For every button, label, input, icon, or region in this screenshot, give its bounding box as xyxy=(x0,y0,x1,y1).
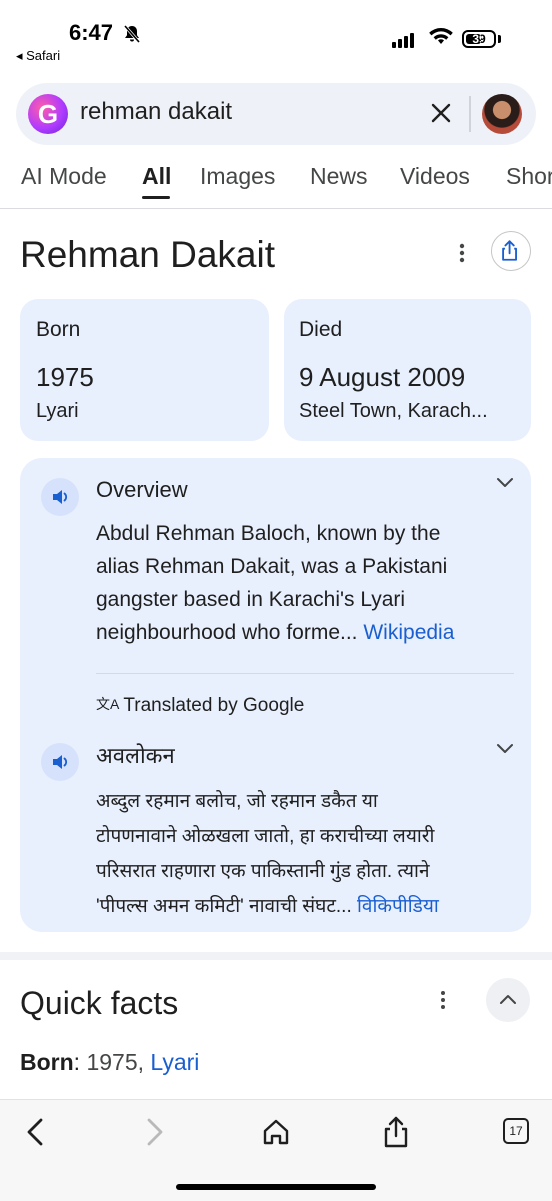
died-value: 9 August 2009 xyxy=(299,362,466,392)
translation-speaker-button[interactable] xyxy=(41,743,79,781)
battery-icon: 39 xyxy=(462,30,496,48)
overview-line-end: neighbourhood who forme... xyxy=(96,621,358,644)
tab-shorts[interactable]: Shor xyxy=(506,163,552,190)
tab-all[interactable]: All xyxy=(142,163,171,190)
overview-line: Abdul Rehman Baloch, known by the xyxy=(96,522,441,545)
tabs-button[interactable]: 17 xyxy=(503,1118,529,1144)
overview-line: neighbourhood who forme... Wikipedia xyxy=(96,616,526,649)
lyari-link[interactable]: Lyari xyxy=(150,1049,199,1075)
search-divider xyxy=(469,96,471,132)
died-label: Died xyxy=(299,318,343,341)
share-button[interactable] xyxy=(491,231,531,271)
overview-divider xyxy=(96,673,514,674)
translation-line-end: 'पीपल्स अमन कमिटी' नावाची संघट... xyxy=(96,896,352,917)
translation-line: टोपणनावाने ओळखला जातो, हा कराचीच्या लयार… xyxy=(96,826,435,847)
translation-line: 'पीपल्स अमन कमिटी' नावाची संघट... विकिपी… xyxy=(96,889,526,924)
translation-heading: अवलोकन xyxy=(96,743,175,768)
account-avatar[interactable] xyxy=(482,94,522,134)
quick-facts-born-row: Born: 1975, Lyari xyxy=(20,1049,199,1076)
tabs-count: 17 xyxy=(509,1124,523,1138)
status-time: 6:47 xyxy=(69,20,114,45)
tab-videos[interactable]: Videos xyxy=(400,163,470,190)
more-options-icon[interactable] xyxy=(452,240,472,266)
translation-line: अब्दुल रहमान बलोच, जो रहमान डकैत या xyxy=(96,791,378,812)
wifi-icon xyxy=(429,28,453,44)
quick-facts-more-icon[interactable] xyxy=(436,989,450,1011)
clear-search-icon[interactable] xyxy=(426,98,456,128)
born-value: 1975 xyxy=(36,362,94,392)
google-g-letter: G xyxy=(37,99,59,129)
overview-line: alias Rehman Dakait, was a Pakistani xyxy=(96,555,448,578)
back-to-safari-link[interactable]: ◂ Safari xyxy=(16,48,60,64)
section-separator xyxy=(0,952,552,960)
silent-bell-icon xyxy=(123,25,141,43)
qf-colon: : xyxy=(73,1049,87,1075)
tab-images[interactable]: Images xyxy=(200,163,275,190)
cellular-signal-icon xyxy=(392,30,416,48)
born-label: Born xyxy=(36,318,81,341)
translation-line: परिसरात राहणारा एक पाकिस्तानी गुंड होता.… xyxy=(96,861,430,882)
entity-title: Rehman Dakait xyxy=(20,234,276,275)
battery-nub xyxy=(498,35,501,43)
translated-note: 文A Translated by Google xyxy=(96,694,304,717)
battery-level: 39 xyxy=(472,32,486,46)
translate-icon: 文A xyxy=(96,696,120,712)
speaker-icon xyxy=(53,490,68,504)
home-icon[interactable] xyxy=(256,1112,296,1152)
born-place: Lyari xyxy=(36,400,79,422)
quick-facts-title: Quick facts xyxy=(20,985,179,1021)
tabs-divider xyxy=(0,208,552,209)
tab-ai-mode[interactable]: AI Mode xyxy=(21,163,107,190)
tab-all-indicator xyxy=(142,196,170,199)
overview-speaker-button[interactable] xyxy=(41,478,79,516)
share-page-icon[interactable] xyxy=(376,1112,416,1152)
died-place: Steel Town, Karach... xyxy=(299,400,488,422)
qf-born-label: Born xyxy=(20,1049,74,1075)
back-icon[interactable] xyxy=(16,1112,56,1152)
translation-chevron-down-icon[interactable] xyxy=(495,741,515,755)
wikipedia-link[interactable]: Wikipedia xyxy=(363,621,454,644)
translated-by-label: Translated by Google xyxy=(123,695,305,716)
chevron-up-icon xyxy=(500,995,516,1004)
tab-news[interactable]: News xyxy=(310,163,368,190)
overview-chevron-down-icon[interactable] xyxy=(495,475,515,489)
share-icon xyxy=(502,240,517,261)
home-indicator[interactable] xyxy=(176,1184,376,1190)
overview-line: gangster based in Karachi's Lyari xyxy=(96,588,406,611)
overview-text: Abdul Rehman Baloch, known by the alias … xyxy=(96,517,526,649)
overview-heading: Overview xyxy=(96,477,188,502)
quick-facts-collapse-button[interactable] xyxy=(486,978,530,1022)
forward-icon[interactable] xyxy=(134,1112,174,1152)
search-input[interactable]: rehman dakait xyxy=(80,98,232,126)
qf-born-value: 1975, xyxy=(86,1049,145,1075)
speaker-icon xyxy=(53,755,68,769)
translation-text: अब्दुल रहमान बलोच, जो रहमान डकैत या टोपण… xyxy=(96,784,526,924)
wikipedia-marathi-link[interactable]: विकिपीडिया xyxy=(357,896,439,917)
